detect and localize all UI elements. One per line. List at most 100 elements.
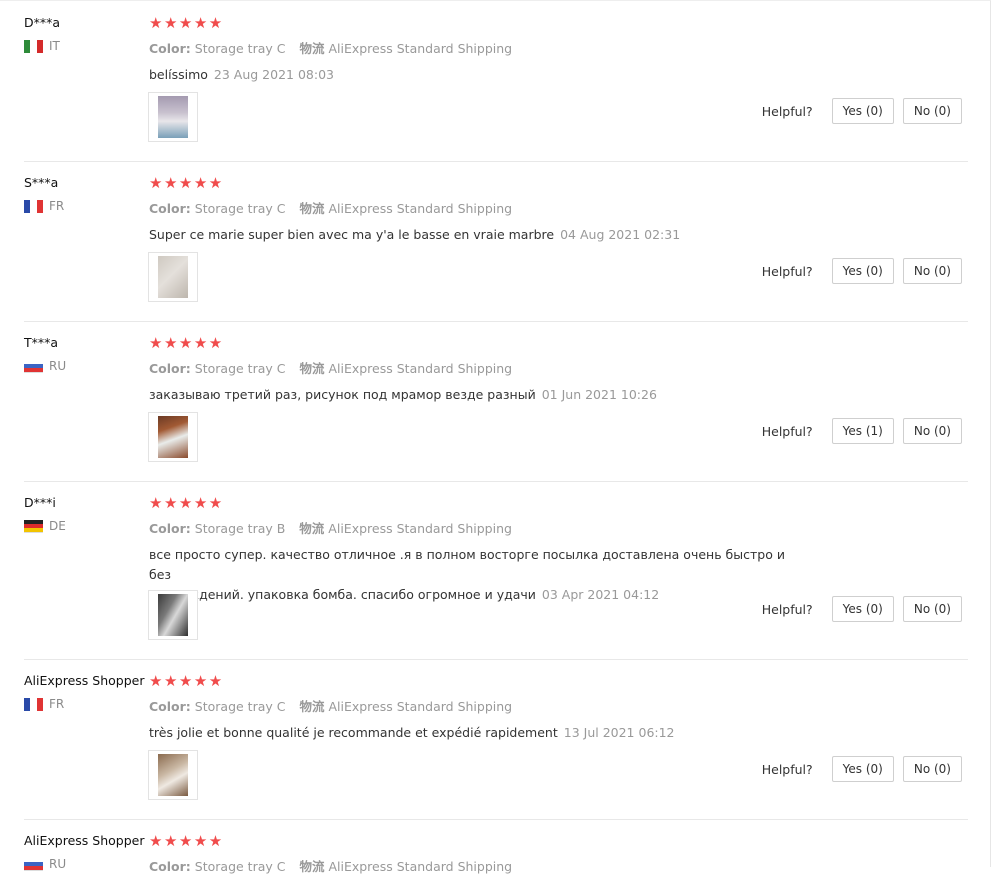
star-rating: ★★★★★	[149, 494, 224, 512]
review-meta: Color: Storage tray C 物流 AliExpress Stan…	[149, 38, 969, 57]
review-body: ★★★★★ Color: Storage tray B 物流 AliExpres…	[149, 495, 969, 605]
shipping-value: AliExpress Standard Shipping	[328, 201, 513, 216]
review-content: заказываю третий раз, рисунок под мрамор…	[149, 387, 536, 402]
review-body: ★★★★★ Color: Storage tray C 物流 AliExpres…	[149, 673, 969, 743]
shipping-value: AliExpress Standard Shipping	[328, 699, 513, 714]
review-content: très jolie et bonne qualité je recommand…	[149, 725, 558, 740]
helpful-label: Helpful?	[761, 423, 813, 439]
helpful-yes-button[interactable]: Yes (1)	[831, 418, 894, 444]
helpful-vote: Helpful? Yes (1) No (0)	[762, 418, 962, 444]
review-meta: Color: Storage tray B 物流 AliExpress Stan…	[149, 518, 969, 537]
helpful-label: Helpful?	[761, 601, 813, 617]
reviewer-info: AliExpress Shopper FR	[24, 673, 148, 711]
star-rating: ★★★★★	[149, 174, 224, 192]
review-photo-thumbnail[interactable]	[148, 412, 198, 462]
russia-flag-icon	[24, 359, 43, 373]
color-value: Storage tray C	[194, 859, 286, 874]
shipping-value: AliExpress Standard Shipping	[328, 361, 513, 376]
color-key: Color:	[149, 41, 191, 56]
reviewer-country: RU	[24, 359, 148, 373]
reviewer-country: FR	[24, 697, 148, 711]
review-photo-thumbnail[interactable]	[148, 750, 198, 800]
helpful-no-button[interactable]: No (0)	[902, 418, 962, 444]
reviewer-info: D***a IT	[24, 15, 148, 53]
helpful-label: Helpful?	[761, 263, 813, 279]
reviewer-info: D***i DE	[24, 495, 148, 533]
helpful-no-button[interactable]: No (0)	[902, 756, 962, 782]
helpful-no-button[interactable]: No (0)	[902, 258, 962, 284]
country-code: DE	[49, 519, 66, 533]
color-key: Color:	[149, 521, 191, 536]
review-date: 13 Jul 2021 06:12	[563, 725, 675, 740]
star-rating: ★★★★★	[149, 672, 224, 690]
review-photo-thumbnail[interactable]	[148, 92, 198, 142]
reviewer-name: AliExpress Shopper	[24, 833, 145, 848]
helpful-label: Helpful?	[761, 761, 813, 777]
review-content: Super ce marie super bien avec ma y'a le…	[149, 227, 555, 242]
country-code: RU	[49, 359, 67, 373]
color-value: Storage tray C	[194, 361, 286, 376]
review-item: S***a FR ★★★★★ Color: Storage tray C 物流 …	[24, 161, 968, 322]
review-date: 03 Apr 2021 04:12	[541, 587, 660, 602]
review-content-line: все просто супер. качество отличное .я в…	[149, 547, 785, 582]
helpful-label: Helpful?	[761, 103, 813, 119]
helpful-yes-button[interactable]: Yes (0)	[831, 258, 894, 284]
helpful-vote: Helpful? Yes (0) No (0)	[762, 98, 962, 124]
country-code: FR	[49, 199, 65, 213]
review-text: très jolie et bonne qualité je recommand…	[149, 723, 799, 743]
review-text: Super ce marie super bien avec ma y'a le…	[149, 225, 799, 245]
russia-flag-icon	[24, 857, 43, 871]
review-content-line: повреждений. упаковка бомба. спасибо огр…	[149, 587, 536, 602]
reviewer-name: AliExpress Shopper	[24, 673, 145, 688]
review-content: belíssimo	[149, 67, 208, 82]
review-item: AliExpress Shopper FR ★★★★★ Color: Stora…	[24, 659, 968, 820]
review-meta: Color: Storage tray C 物流 AliExpress Stan…	[149, 358, 969, 377]
star-rating: ★★★★★	[149, 334, 224, 352]
review-date: 01 Jun 2021 10:26	[541, 387, 657, 402]
reviewer-country: IT	[24, 39, 148, 53]
color-key: Color:	[149, 201, 191, 216]
reviewer-country: FR	[24, 199, 148, 213]
review-photo-thumbnail[interactable]	[148, 252, 198, 302]
helpful-yes-button[interactable]: Yes (0)	[831, 596, 894, 622]
star-rating: ★★★★★	[149, 14, 224, 32]
review-photo-thumbnail[interactable]	[148, 590, 198, 640]
color-key: Color:	[149, 859, 191, 874]
germany-flag-icon	[24, 519, 43, 533]
shipping-value: AliExpress Standard Shipping	[328, 859, 513, 874]
color-value: Storage tray C	[194, 41, 286, 56]
review-item: AliExpress Shopper RU ★★★★★ Color: Stora…	[24, 819, 968, 874]
color-key: Color:	[149, 699, 191, 714]
helpful-yes-button[interactable]: Yes (0)	[831, 756, 894, 782]
reviewer-country: DE	[24, 519, 148, 533]
shipping-key: 物流	[299, 521, 325, 536]
reviewer-name: S***a	[24, 175, 59, 190]
review-text: заказываю третий раз, рисунок под мрамор…	[149, 385, 799, 405]
review-body: ★★★★★ Color: Storage tray C 物流 AliExpres…	[149, 833, 969, 875]
reviewer-info: AliExpress Shopper RU	[24, 833, 148, 871]
review-date: 23 Aug 2021 08:03	[213, 67, 334, 82]
country-code: RU	[49, 857, 67, 871]
helpful-vote: Helpful? Yes (0) No (0)	[762, 756, 962, 782]
reviewer-name: T***a	[24, 335, 59, 350]
reviewer-info: T***a RU	[24, 335, 148, 373]
shipping-value: AliExpress Standard Shipping	[328, 521, 512, 536]
color-value: Storage tray C	[194, 201, 286, 216]
shipping-key: 物流	[299, 361, 325, 376]
review-item: D***i DE ★★★★★ Color: Storage tray B 物流 …	[24, 481, 968, 660]
shipping-key: 物流	[299, 41, 325, 56]
reviewer-country: RU	[24, 857, 148, 871]
color-key: Color:	[149, 361, 191, 376]
review-meta: Color: Storage tray C 物流 AliExpress Stan…	[149, 696, 969, 715]
helpful-no-button[interactable]: No (0)	[902, 596, 962, 622]
france-flag-icon	[24, 697, 43, 711]
country-code: IT	[49, 39, 60, 53]
helpful-no-button[interactable]: No (0)	[902, 98, 962, 124]
review-text: belíssimo 23 Aug 2021 08:03	[149, 65, 799, 85]
helpful-vote: Helpful? Yes (0) No (0)	[762, 596, 962, 622]
review-item: T***a RU ★★★★★ Color: Storage tray C 物流 …	[24, 321, 968, 482]
reviewer-info: S***a FR	[24, 175, 148, 213]
helpful-yes-button[interactable]: Yes (0)	[831, 98, 894, 124]
country-code: FR	[49, 697, 65, 711]
france-flag-icon	[24, 199, 43, 213]
